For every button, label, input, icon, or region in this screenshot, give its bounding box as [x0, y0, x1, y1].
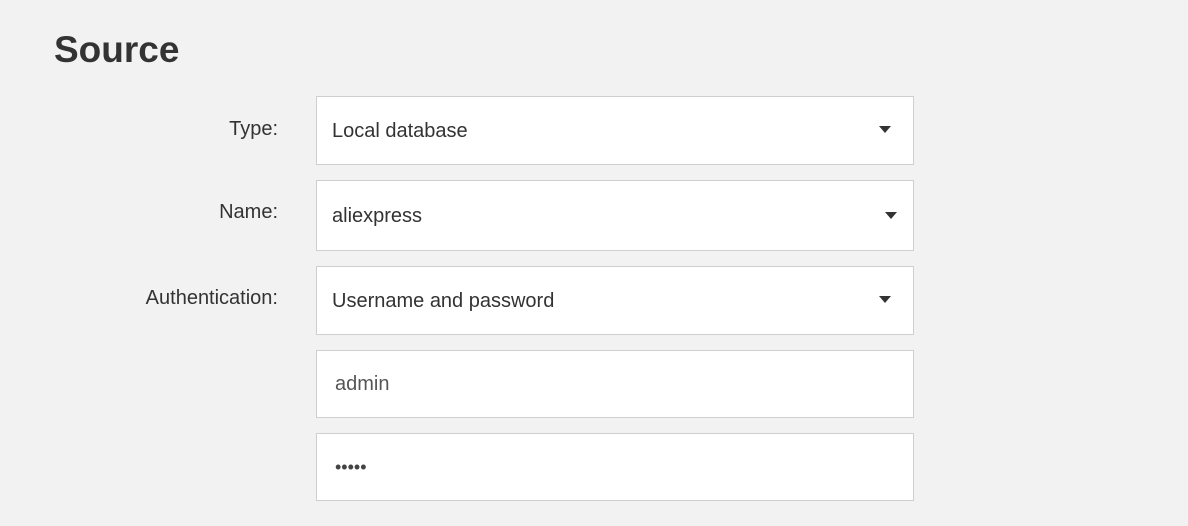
name-select-value: aliexpress [332, 204, 423, 227]
type-select-value: Local database [332, 119, 468, 142]
type-select[interactable]: Local database [316, 96, 914, 165]
name-label: Name: [219, 201, 278, 223]
authentication-label: Authentication: [145, 287, 278, 309]
caret-down-icon [879, 296, 891, 303]
name-select[interactable]: aliexpress [316, 180, 914, 251]
username-input[interactable]: admin [316, 350, 914, 418]
username-input-value: admin [335, 373, 390, 395]
caret-down-icon [879, 126, 891, 133]
password-input[interactable]: ••••• [316, 433, 914, 501]
password-masked-value: ••••• [335, 457, 367, 477]
authentication-select[interactable]: Username and password [316, 266, 914, 335]
authentication-select-value: Username and password [332, 289, 555, 312]
section-title: Source [54, 29, 180, 70]
type-label: Type: [229, 118, 278, 140]
caret-down-icon [885, 212, 897, 219]
